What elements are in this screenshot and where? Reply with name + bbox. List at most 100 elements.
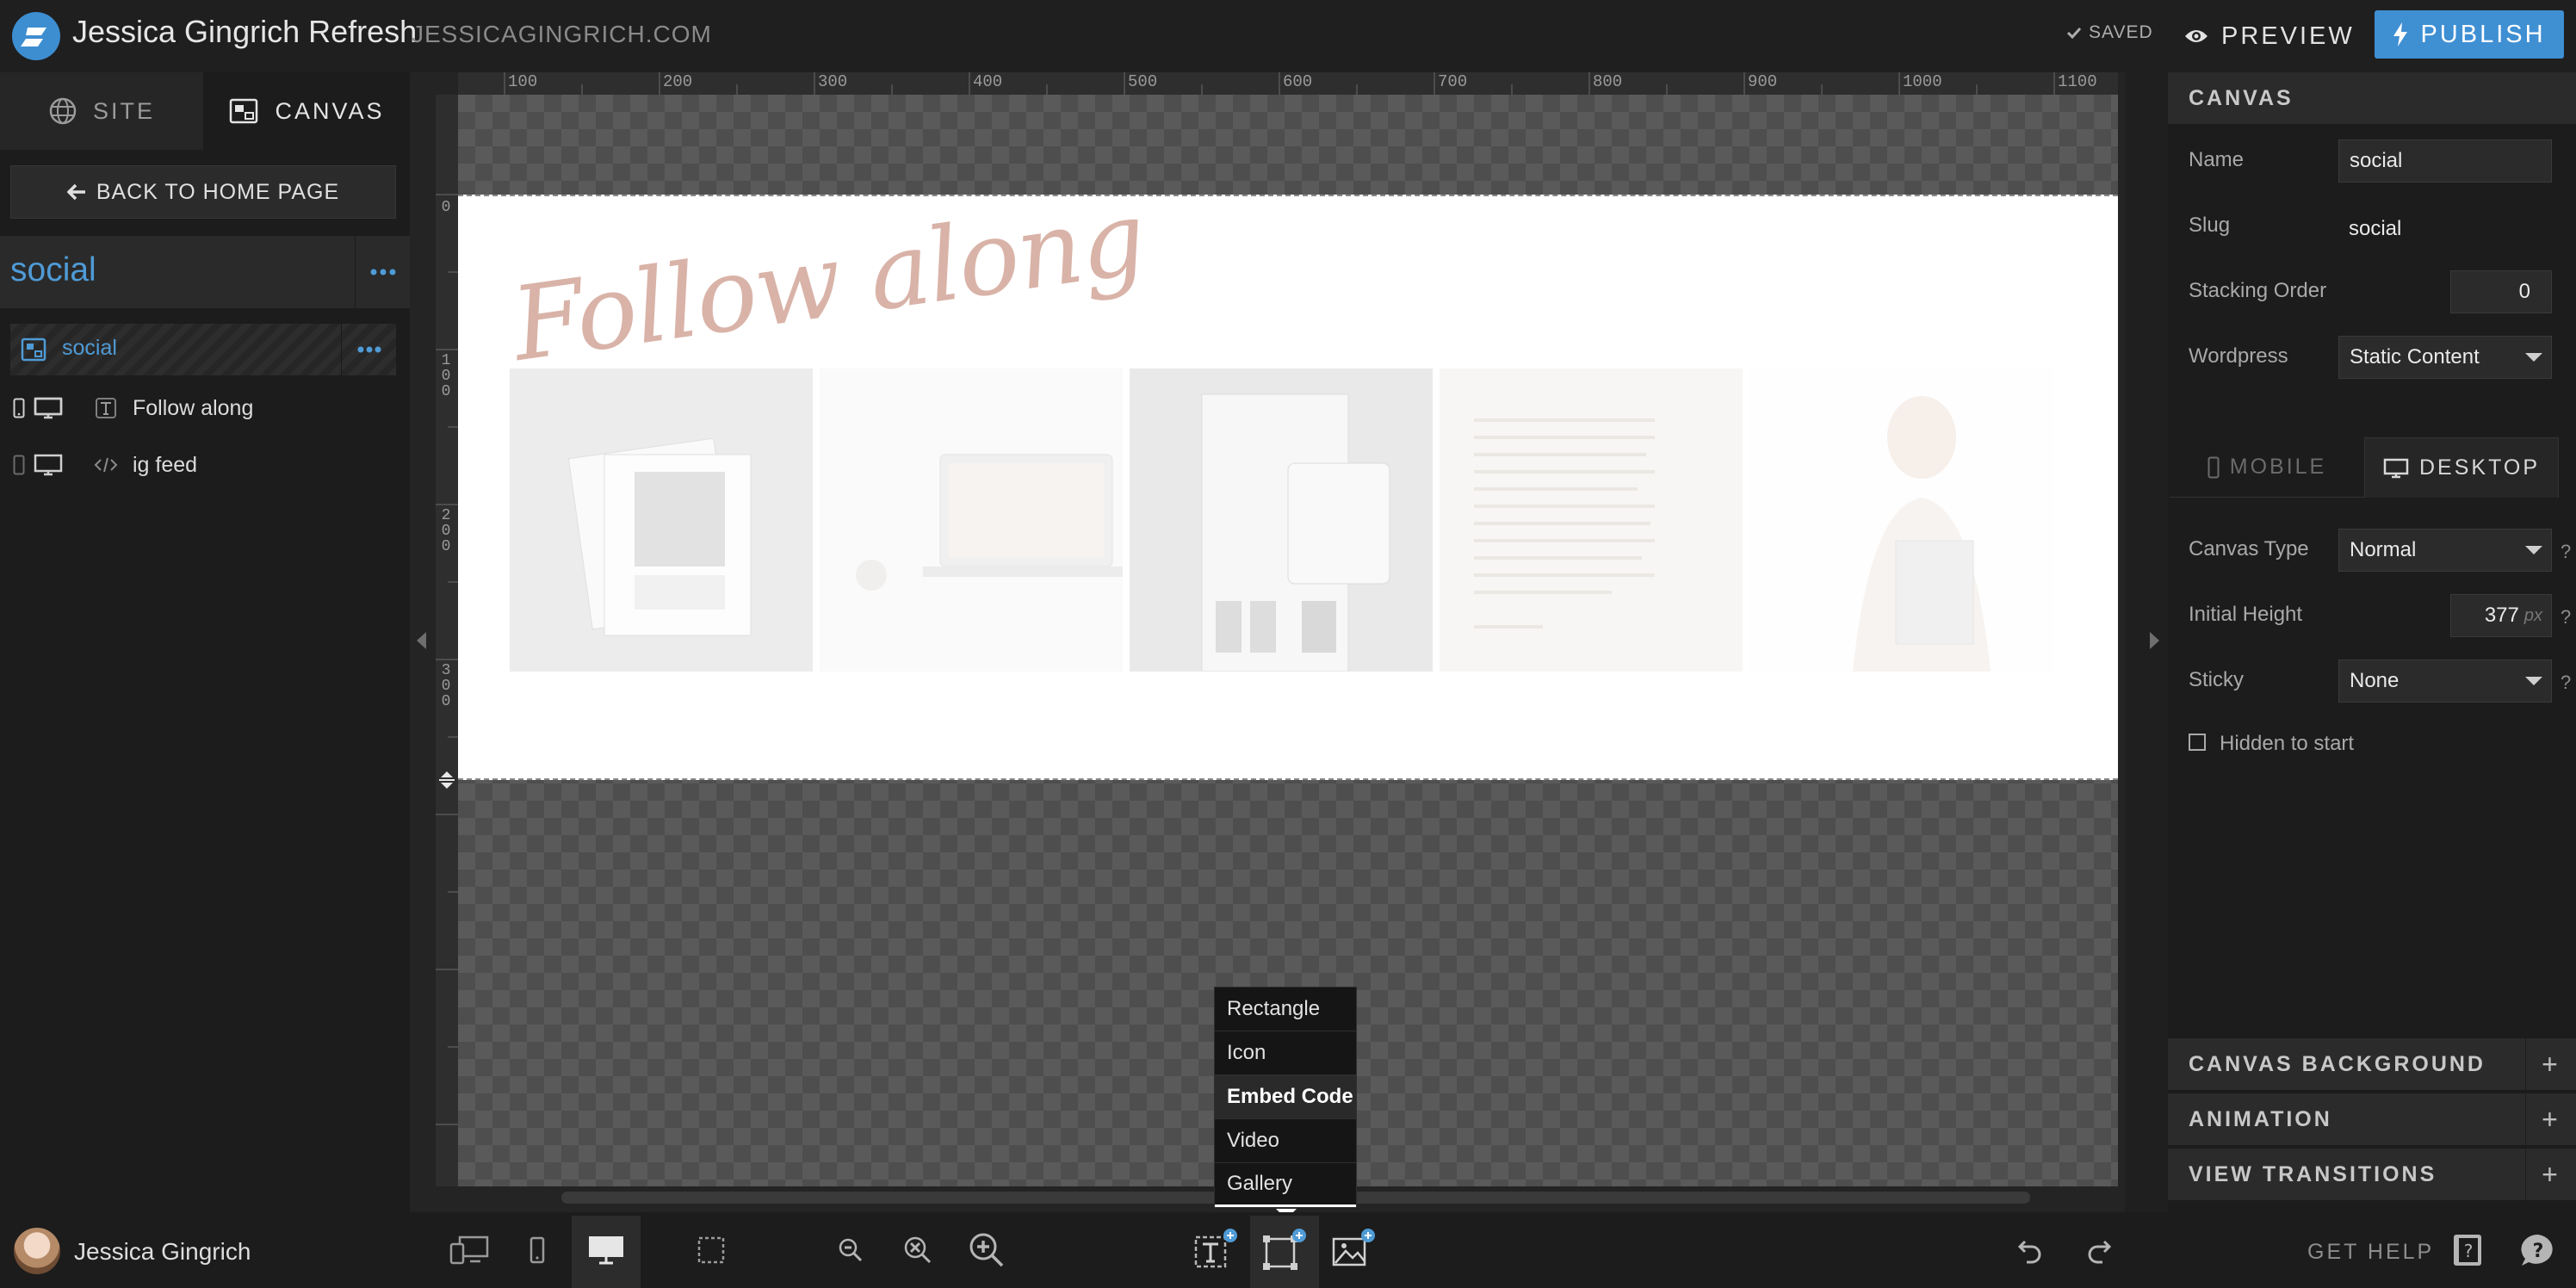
layer-more-button[interactable] [341,324,397,375]
tab-site-label: SITE [92,97,155,124]
mobile-view-icon[interactable] [522,1219,553,1281]
sticky-label: Sticky [2189,668,2245,691]
ig-feed-image[interactable] [1130,368,1433,672]
preview-label: PREVIEW [2221,22,2355,50]
canvas-icon [230,98,258,124]
tab-desktop[interactable]: DESKTOP [2364,437,2559,498]
shape-dropdown-menu: Rectangle Icon Embed Code Video Gallery [1214,987,1357,1208]
page-name: social [10,251,96,288]
slug-value: social [2349,217,2402,240]
zoom-out-icon[interactable] [835,1219,866,1281]
ruler-tick-label: 100 [508,72,538,91]
preview-button[interactable]: PREVIEW [2183,15,2355,57]
menu-item-video[interactable]: Video [1215,1119,1356,1163]
help-book-icon[interactable]: ? [2449,1219,2486,1281]
stacking-order-label: Stacking Order [2189,279,2327,302]
tab-mobile[interactable]: MOBILE [2170,437,2364,498]
tab-site[interactable]: SITE [0,72,203,150]
canvas-type-label: Canvas Type [2189,537,2309,560]
initial-height-field[interactable]: 377 px [2450,594,2552,637]
arrow-left-icon [66,183,85,201]
sticky-value: None [2350,669,2400,692]
zoom-reset-icon[interactable] [901,1219,935,1281]
desktop-view-icon[interactable] [582,1219,630,1281]
eye-icon [2185,30,2208,42]
stacking-order-field[interactable]: 0 [2450,270,2552,313]
menu-item-rectangle[interactable]: Rectangle [1215,988,1356,1031]
hidden-to-start-label: Hidden to start [2220,732,2355,755]
ig-feed-image[interactable] [820,368,1123,672]
ig-feed-image[interactable] [1749,368,2053,672]
saved-label: SAVED [2089,22,2153,42]
help-question-icon[interactable]: ? [2561,606,2571,629]
name-label: Name [2189,148,2245,171]
collapse-right-panel-icon[interactable] [2147,630,2161,651]
publish-button[interactable]: PUBLISH [2375,10,2564,59]
ruler-tick-label: 1 0 0 [441,352,451,400]
redo-icon[interactable] [2082,1219,2116,1281]
mobile-hidden-icon [12,455,26,475]
expand-plus-icon[interactable]: + [2525,1149,2576,1200]
ruler-tick-label: 800 [1593,72,1623,91]
panel-header-canvas: CANVAS [2168,72,2576,124]
saved-status: SAVED [2066,22,2153,43]
name-field[interactable]: social [2338,139,2552,183]
chevron-down-icon [2525,546,2542,554]
section-canvas-background[interactable]: CANVAS BACKGROUND + [2168,1038,2576,1090]
ruler-tick-label: 400 [973,72,1003,91]
app-logo-icon[interactable] [12,12,60,60]
code-icon [93,456,119,474]
multi-device-view-icon[interactable] [448,1219,491,1281]
ruler-horizontal: 100 200 300 400 500 600 700 800 900 1000… [458,72,2118,96]
ruler-vertical: 0 1 0 0 2 0 0 3 0 0 [436,95,459,1186]
desktop-visible-icon [33,454,64,476]
add-shape-icon[interactable] [1260,1219,1309,1281]
ruler-tick-label: 500 [1128,72,1158,91]
chevron-down-icon [2525,677,2542,685]
wordpress-select-value: Static Content [2350,345,2480,368]
text-icon [93,398,119,418]
layer-element-row[interactable]: ig feed [0,439,410,491]
chat-help-icon[interactable]: ? [2517,1219,2559,1281]
get-help-link[interactable]: GET HELP [2307,1240,2434,1265]
ig-feed-image[interactable] [510,368,813,672]
initial-height-unit: px [2523,605,2542,625]
chevron-down-icon [2525,353,2542,362]
add-text-icon[interactable] [1192,1219,1240,1281]
svg-text:?: ? [2464,1241,2474,1261]
ruler-tick-label: 0 [441,199,451,216]
add-image-icon[interactable] [1329,1219,1378,1281]
hidden-to-start-checkbox[interactable] [2189,734,2206,751]
ruler-tick-label: 600 [1283,72,1313,91]
ig-feed-image[interactable] [1440,368,1743,672]
expand-plus-icon[interactable]: + [2525,1093,2576,1145]
help-question-icon[interactable]: ? [2561,672,2571,694]
resize-height-handle-icon[interactable] [436,770,458,790]
wordpress-select[interactable]: Static Content [2338,336,2552,379]
selection-marquee-icon[interactable] [692,1219,730,1281]
layer-element-row[interactable]: Follow along [0,382,410,434]
layer-element-label: Follow along [133,395,254,420]
menu-item-embed-code[interactable]: Embed Code [1215,1075,1356,1119]
avatar[interactable] [14,1228,60,1274]
help-question-icon[interactable]: ? [2561,541,2571,563]
back-to-home-button[interactable]: BACK TO HOME PAGE [10,165,396,219]
back-label: BACK TO HOME PAGE [96,179,340,204]
sticky-select[interactable]: None [2338,659,2552,703]
more-icon [370,269,396,276]
desktop-icon [2383,458,2409,478]
tab-canvas[interactable]: CANVAS [203,72,410,150]
zoom-in-icon[interactable] [966,1219,1007,1281]
menu-item-gallery[interactable]: Gallery [1215,1163,1356,1207]
collapse-left-panel-icon[interactable] [415,630,429,651]
canvas-type-select[interactable]: Normal [2338,529,2552,572]
undo-icon[interactable] [2013,1219,2047,1281]
layer-name: social [62,336,117,360]
expand-plus-icon[interactable]: + [2525,1038,2576,1090]
section-view-transitions[interactable]: VIEW TRANSITIONS + [2168,1149,2576,1200]
section-animation[interactable]: ANIMATION + [2168,1093,2576,1145]
mobile-visible-icon [12,398,26,418]
page-more-button[interactable] [355,236,411,308]
check-icon [2066,27,2082,40]
menu-item-icon[interactable]: Icon [1215,1031,1356,1075]
